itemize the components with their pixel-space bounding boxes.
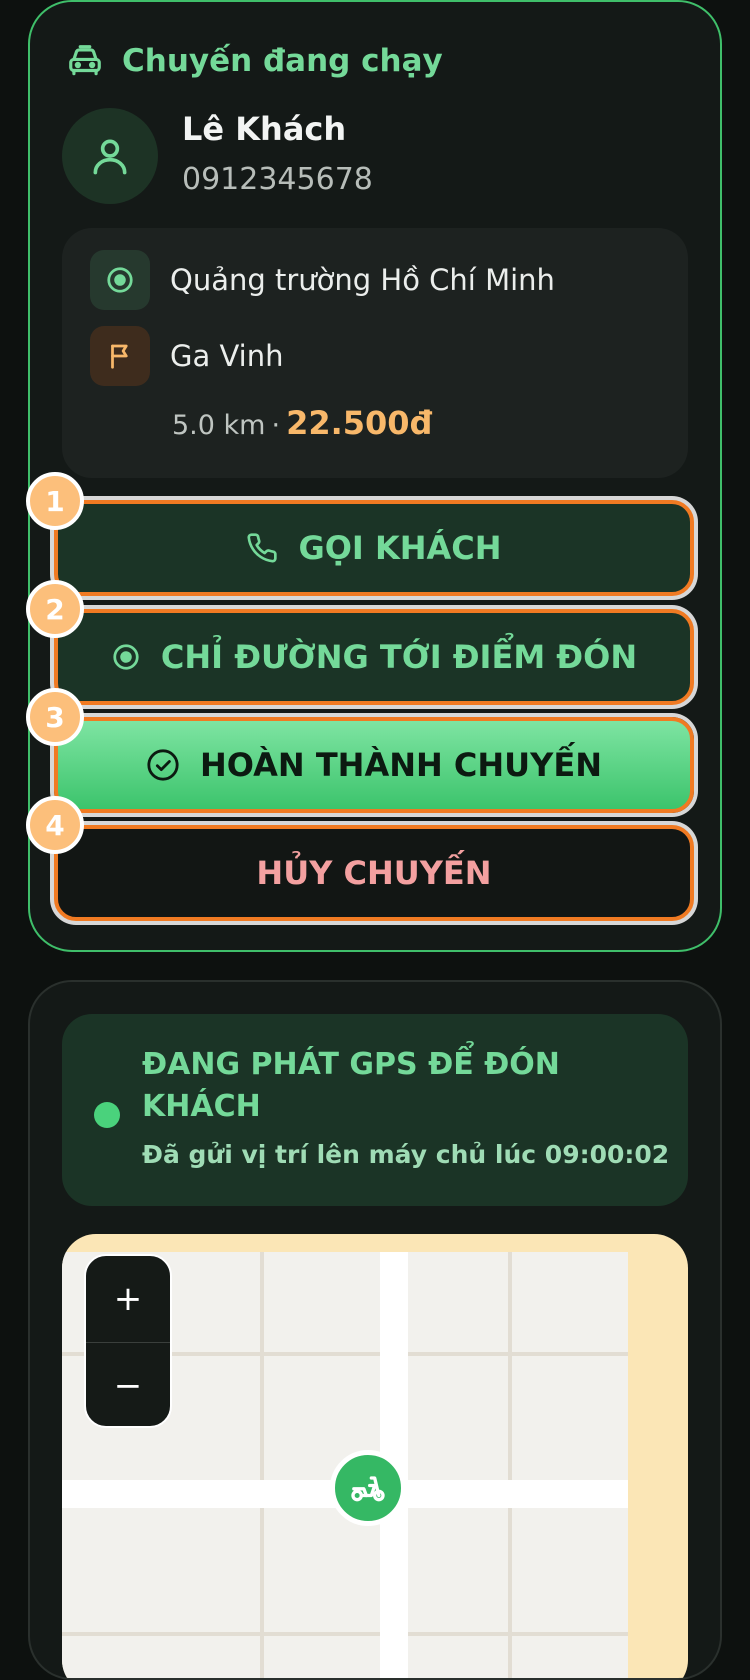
map-street <box>508 1252 512 1678</box>
gps-live-dot <box>94 1102 120 1128</box>
map-view[interactable]: + − <box>62 1234 688 1678</box>
gps-status-banner: ĐANG PHÁT GPS ĐỂ ĐÓN KHÁCH Đã gửi vị trí… <box>62 1014 688 1206</box>
trip-fare: 22.500đ <box>286 404 433 442</box>
step-badge-3: 3 <box>26 688 84 746</box>
dropoff-marker <box>90 326 150 386</box>
dropoff-row: Ga Vinh <box>90 326 283 386</box>
phone-icon <box>247 533 278 563</box>
scooter-icon <box>351 1476 385 1502</box>
summary-separator: · <box>271 410 281 441</box>
trip-summary: 5.0 km · 22.500đ <box>172 404 432 442</box>
gps-status-subtitle: Đã gửi vị trí lên máy chủ lúc 09:00:02 <box>142 1140 670 1169</box>
cancel-trip-button[interactable]: HỦY CHUYẾN <box>54 825 694 921</box>
customer-name: Lê Khách <box>182 110 347 148</box>
trip-distance: 5.0 km <box>172 410 266 441</box>
pickup-marker <box>90 250 150 310</box>
user-icon <box>93 139 127 175</box>
target-icon <box>113 644 139 670</box>
call-customer-button[interactable]: GỌI KHÁCH <box>54 500 694 596</box>
pickup-address: Quảng trường Hồ Chí Minh <box>170 263 555 297</box>
complete-trip-button[interactable]: HOÀN THÀNH CHUYẾN <box>54 717 694 813</box>
gps-status-title: ĐANG PHÁT GPS ĐỂ ĐÓN KHÁCH <box>142 1047 560 1124</box>
trip-title: Chuyến đang chạy <box>122 43 443 79</box>
map-street <box>62 1632 628 1636</box>
step-badge-1: 1 <box>26 472 84 530</box>
complete-trip-label: HOÀN THÀNH CHUYẾN <box>200 746 602 784</box>
taxi-icon <box>69 45 101 76</box>
flag-icon <box>111 344 128 369</box>
target-icon <box>107 267 133 293</box>
dropoff-address: Ga Vinh <box>170 339 284 373</box>
navigate-label: CHỈ ĐƯỜNG TỚI ĐIỂM ĐÓN <box>160 638 638 676</box>
zoom-out-button[interactable]: − <box>86 1343 170 1426</box>
check-circle-icon <box>147 749 179 781</box>
step-badge-2: 2 <box>26 580 84 638</box>
gps-card: ĐANG PHÁT GPS ĐỂ ĐÓN KHÁCH Đã gửi vị trí… <box>28 980 722 1680</box>
step-badge-4: 4 <box>26 796 84 854</box>
zoom-in-button[interactable]: + <box>86 1256 170 1342</box>
vehicle-marker[interactable] <box>330 1450 406 1526</box>
customer-phone: 0912345678 <box>182 162 373 197</box>
avatar <box>62 108 158 204</box>
cancel-trip-label: HỦY CHUYẾN <box>256 854 492 892</box>
navigate-to-pickup-button[interactable]: CHỈ ĐƯỜNG TỚI ĐIỂM ĐÓN <box>54 609 694 705</box>
pickup-row: Quảng trường Hồ Chí Minh <box>90 250 555 310</box>
map-street <box>260 1252 264 1678</box>
call-customer-label: GỌI KHÁCH <box>298 529 502 567</box>
zoom-controls: + − <box>84 1254 172 1428</box>
trip-header: Chuyến đang chạy <box>66 42 443 80</box>
route-details: Quảng trường Hồ Chí Minh Ga Vinh 5.0 km … <box>62 228 688 478</box>
